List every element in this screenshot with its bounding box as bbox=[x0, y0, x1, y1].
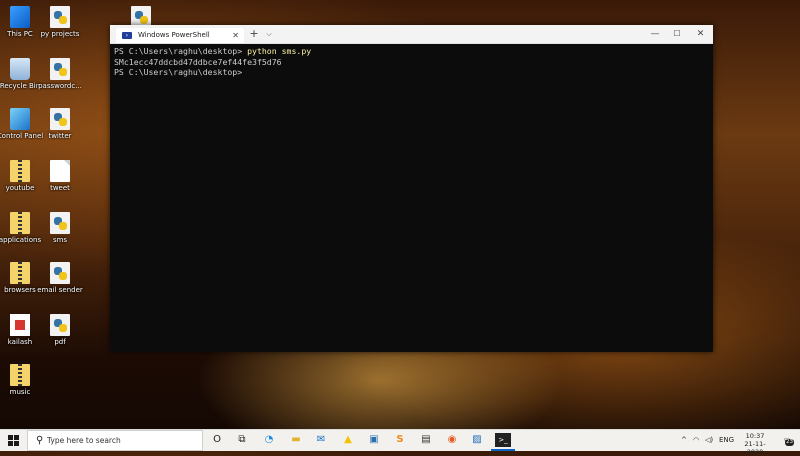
terminal-command: python sms.py bbox=[247, 46, 312, 56]
terminal-icon[interactable]: >_ bbox=[491, 433, 515, 451]
desktop-icon-label: twitter bbox=[48, 132, 72, 140]
clock-time: 10:37 bbox=[745, 432, 765, 440]
control-panel-icon bbox=[10, 108, 30, 130]
python-file-icon bbox=[50, 262, 70, 284]
notification-count-badge: 23 bbox=[785, 439, 794, 446]
windows-logo-icon bbox=[14, 441, 19, 446]
terminal-line: PS C:\Users\raghu\desktop> python sms.py bbox=[114, 46, 709, 57]
python-file-icon bbox=[50, 212, 70, 234]
terminal-output[interactable]: PS C:\Users\raghu\desktop> python sms.py… bbox=[114, 46, 709, 78]
search-icon: ⚲ bbox=[36, 435, 44, 446]
edge-icon[interactable]: ◔ bbox=[262, 433, 276, 447]
python-file-icon bbox=[50, 108, 70, 130]
desktop-icon-email-sender[interactable]: email sender bbox=[35, 262, 85, 294]
photos-app-icon[interactable]: ▣ bbox=[367, 433, 381, 447]
wifi-icon[interactable]: ◠ bbox=[693, 430, 699, 451]
powershell-icon: › bbox=[122, 32, 132, 39]
firefox-icon[interactable]: ◉ bbox=[445, 433, 459, 447]
zip-folder-icon bbox=[10, 262, 30, 284]
cortana-icon[interactable]: O bbox=[210, 433, 224, 447]
powershell-window[interactable]: › Windows PowerShell ✕ + ⌵ — ☐ ✕ PS C:\U… bbox=[110, 25, 713, 352]
photos-icon[interactable]: ▨ bbox=[470, 433, 484, 447]
terminal-line: PS C:\Users\raghu\desktop> bbox=[114, 67, 709, 78]
terminal-output-text: SMc1ecc47ddcbd47ddbce7ef44fe3f5d76 bbox=[114, 56, 282, 67]
document-icon bbox=[10, 314, 30, 336]
volume-icon[interactable]: ◁) bbox=[705, 430, 713, 451]
search-input[interactable]: Type here to search bbox=[47, 431, 121, 451]
tab-windows-powershell[interactable]: › Windows PowerShell ✕ bbox=[116, 28, 244, 43]
recycle-bin-icon bbox=[10, 58, 30, 80]
desktop-icon-twitter[interactable]: twitter bbox=[35, 108, 85, 140]
file-explorer-icon[interactable]: ▬ bbox=[289, 433, 303, 447]
desktop-icon-label: youtube bbox=[5, 184, 35, 192]
desktop-icon-pdf[interactable]: pdf bbox=[35, 314, 85, 346]
desktop-icon-label: This PC bbox=[7, 30, 33, 38]
new-tab-button[interactable]: + bbox=[246, 25, 262, 43]
desktop-icon-label: sms bbox=[52, 236, 68, 244]
windows-logo-icon bbox=[14, 435, 19, 440]
taskbar: ⚲ Type here to search O ⧉ ◔ ▬ ✉ ▲ ▣ S ▤ … bbox=[0, 429, 800, 456]
title-bar[interactable]: › Windows PowerShell ✕ + ⌵ — ☐ ✕ bbox=[110, 25, 713, 44]
desktop-icon-label: kailash bbox=[7, 338, 33, 346]
python-file-icon bbox=[50, 58, 70, 80]
windows-logo-icon bbox=[8, 441, 13, 446]
desktop-icon-label: passwordc... bbox=[38, 82, 82, 90]
language-indicator[interactable]: ENG bbox=[719, 430, 734, 451]
show-hidden-icons-chevron-icon[interactable]: ^ bbox=[681, 430, 687, 451]
windows-logo-icon bbox=[8, 435, 13, 440]
mail-icon[interactable]: ✉ bbox=[314, 433, 328, 447]
zip-folder-icon bbox=[10, 212, 30, 234]
tab-close-button[interactable]: ✕ bbox=[232, 28, 239, 43]
zip-folder-icon bbox=[10, 364, 30, 386]
clock-date: 21-11-2020 bbox=[744, 440, 766, 456]
desktop-icon-tweet[interactable]: tweet bbox=[35, 160, 85, 192]
tab-title: Windows PowerShell bbox=[138, 31, 210, 39]
desktop-icon-label: email sender bbox=[37, 286, 83, 294]
desktop-icon-label: music bbox=[9, 388, 31, 396]
desktop-icon-label: pdf bbox=[54, 338, 66, 346]
sublime-text-icon[interactable]: S bbox=[393, 433, 407, 447]
python-file-icon bbox=[50, 314, 70, 336]
terminal-line: SMc1ecc47ddcbd47ddbce7ef44fe3f5d76 bbox=[114, 57, 709, 68]
arduino-icon[interactable]: ▲ bbox=[341, 433, 355, 447]
store-icon[interactable]: ▤ bbox=[419, 433, 433, 447]
maximize-button[interactable]: ☐ bbox=[666, 25, 688, 43]
terminal-prompt: PS C:\Users\raghu\desktop> bbox=[114, 46, 248, 56]
minimize-button[interactable]: — bbox=[644, 25, 666, 43]
python-file-icon bbox=[50, 6, 70, 28]
desktop-icon-passwordc[interactable]: passwordc... bbox=[35, 58, 85, 90]
search-box[interactable]: ⚲ Type here to search bbox=[27, 430, 203, 451]
tab-dropdown-button[interactable]: ⌵ bbox=[262, 25, 276, 43]
desktop-icon-sms[interactable]: sms bbox=[35, 212, 85, 244]
desktop-icon-label: browsers bbox=[4, 286, 36, 294]
desktop-icon-music[interactable]: music bbox=[0, 364, 45, 396]
document-icon bbox=[50, 160, 70, 182]
desktop-icon-py-projects[interactable]: py projects bbox=[35, 6, 85, 38]
desktop-icon-label: tweet bbox=[50, 184, 70, 192]
desktop-icon-label: py projects bbox=[40, 30, 80, 38]
terminal-prompt: PS C:\Users\raghu\desktop> bbox=[114, 67, 243, 77]
clock[interactable]: 10:37 21-11-2020 bbox=[737, 432, 773, 456]
this-pc-icon bbox=[10, 6, 30, 28]
zip-folder-icon bbox=[10, 160, 30, 182]
task-view-icon[interactable]: ⧉ bbox=[235, 433, 249, 447]
start-button[interactable] bbox=[8, 435, 19, 446]
close-button[interactable]: ✕ bbox=[688, 25, 713, 43]
